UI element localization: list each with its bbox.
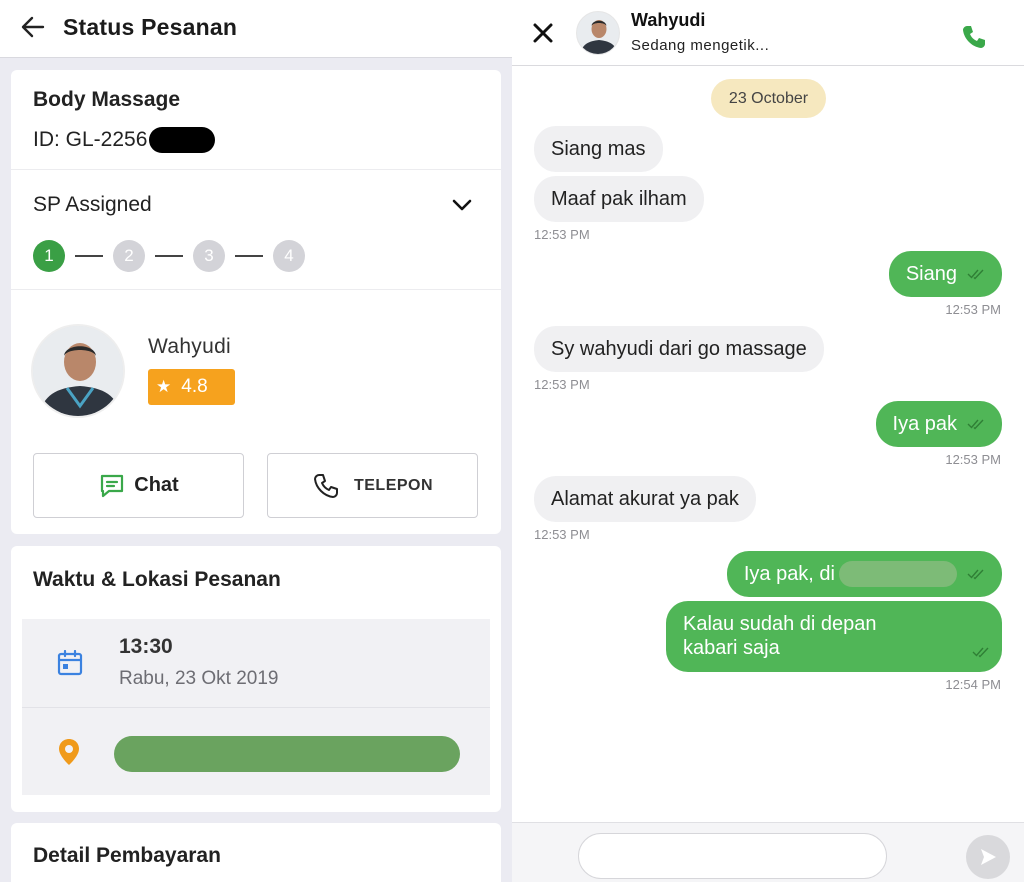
schedule-card: Waktu & Lokasi Pesanan 13:30 Rabu, 23 Ok… (11, 546, 501, 812)
schedule-time-row: 13:30 Rabu, 23 Okt 2019 (22, 619, 490, 707)
message-text: Siang (905, 262, 957, 285)
payment-card: Detail Pembayaran (11, 823, 501, 882)
order-time: 13:30 (119, 635, 173, 658)
divider (11, 169, 501, 170)
provider-name: Wahyudi (148, 335, 232, 358)
divider (11, 289, 501, 290)
address-redaction (839, 561, 957, 587)
order-status-header: Status Pesanan (0, 0, 512, 58)
message-timestamp: 12:53 PM (534, 377, 590, 392)
close-icon[interactable] (530, 20, 556, 46)
payment-section-title: Detail Pembayaran (33, 844, 221, 867)
step-1: 1 (33, 240, 65, 272)
message-timestamp: 12:53 PM (945, 302, 1001, 317)
message-timestamp: 12:54 PM (945, 677, 1001, 692)
message-outgoing: Iya pak, di (726, 551, 1002, 597)
schedule-info-box: 13:30 Rabu, 23 Okt 2019 (22, 619, 490, 795)
page-title: Status Pesanan (63, 14, 238, 40)
order-date: Rabu, 23 Okt 2019 (119, 668, 279, 689)
step-3: 3 (193, 240, 225, 272)
chat-button-label: Chat (134, 474, 179, 496)
chevron-down-icon[interactable] (449, 192, 475, 218)
message-incoming: Alamat akurat ya pak (534, 476, 756, 522)
message-text-line: Kalau sudah di depan (683, 613, 877, 635)
contact-avatar (576, 11, 620, 55)
service-name: Body Massage (33, 88, 181, 111)
date-chip: 23 October (711, 79, 826, 118)
back-arrow-icon[interactable] (20, 14, 46, 40)
progress-stepper: 1 2 3 4 (33, 240, 305, 272)
message-text: Maaf pak ilham (551, 187, 687, 210)
step-connector (235, 255, 263, 257)
double-check-icon (972, 647, 989, 658)
message-text: Siang mas (551, 137, 646, 160)
contact-name: Wahyudi (631, 10, 706, 30)
message-text: Iya pak (892, 412, 957, 435)
chat-icon (101, 474, 124, 497)
chat-panel: Wahyudi Sedang mengetik... 23 October Si… (512, 0, 1024, 882)
step-connector (155, 255, 183, 257)
step-connector (75, 255, 103, 257)
message-text-line: kabari saja (683, 637, 780, 659)
order-card: Body Massage ID: GL-2256 SP Assigned 1 2… (11, 70, 501, 534)
phone-icon (313, 473, 338, 498)
rating-value: 4.8 (181, 376, 208, 397)
message-text: Iya pak, di (743, 562, 835, 585)
order-status-panel: Status Pesanan Body Massage ID: GL-2256 … (0, 0, 512, 882)
message-outgoing: Iya pak (875, 401, 1002, 447)
order-id-text: ID: GL-2256 (33, 128, 148, 151)
message-text: Sy wahyudi dari go massage (551, 337, 807, 360)
typing-status: Sedang mengetik... (631, 37, 770, 54)
rating-badge: ★ 4.8 (148, 369, 235, 405)
location-pin-icon (59, 739, 79, 765)
message-composer (512, 822, 1024, 882)
message-timestamp: 12:53 PM (945, 452, 1001, 467)
message-incoming: Sy wahyudi dari go massage (534, 326, 824, 372)
send-button[interactable] (966, 835, 1010, 879)
star-icon: ★ (156, 377, 172, 396)
double-check-icon (967, 419, 984, 430)
step-2: 2 (113, 240, 145, 272)
message-incoming: Maaf pak ilham (534, 176, 704, 222)
message-text: Alamat akurat ya pak (551, 487, 739, 510)
order-id: ID: GL-2256 (33, 127, 216, 153)
message-outgoing: Siang (888, 251, 1002, 297)
divider (22, 707, 490, 708)
chat-button[interactable]: Chat (33, 453, 244, 518)
send-icon (981, 849, 996, 865)
message-input[interactable] (578, 833, 887, 879)
message-timestamp: 12:53 PM (534, 227, 590, 242)
schedule-section-title: Waktu & Lokasi Pesanan (33, 568, 281, 591)
message-incoming: Siang mas (534, 126, 663, 172)
provider-avatar (31, 324, 125, 418)
chat-header: Wahyudi Sedang mengetik... (512, 0, 1024, 66)
message-outgoing: Kalau sudah di depan kabari saja (666, 601, 1002, 672)
double-check-icon (967, 269, 984, 280)
order-status-label: SP Assigned (33, 193, 152, 216)
message-timestamp: 12:53 PM (534, 527, 590, 542)
double-check-icon (967, 569, 984, 580)
order-id-redaction (149, 127, 216, 153)
call-icon[interactable] (961, 24, 987, 50)
step-4: 4 (273, 240, 305, 272)
telepon-button[interactable]: TELEPON (267, 453, 478, 518)
address-redaction (114, 736, 460, 772)
telepon-button-label: TELEPON (353, 476, 434, 494)
calendar-icon (57, 650, 83, 676)
